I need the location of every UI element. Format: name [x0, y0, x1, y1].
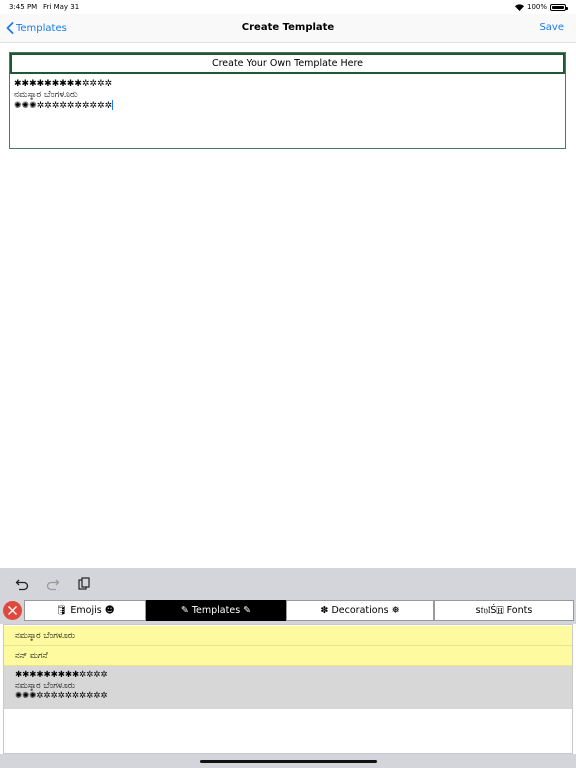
status-date: Fri May 31 [43, 3, 80, 11]
save-button[interactable]: Save [539, 14, 564, 42]
editor-content: ✱✱✱✱✱✱✱✱✱✲✲✲✲ ನಮಸ್ಕಾರ ಬೆಂಗಳೂರು ✺✺✺✲✲✲✲✲✲… [14, 79, 113, 111]
close-icon [8, 606, 17, 615]
tab-emojis[interactable]: 🛢 Emojis ☻ [24, 600, 146, 621]
keyboard-toolbar [0, 568, 576, 598]
close-button[interactable] [3, 601, 22, 620]
editor-header: Create Your Own Template Here [10, 53, 565, 74]
status-time: 3:45 PM [9, 3, 38, 11]
templates-list: ನಮಸ್ಕಾರ ಬೆಂಗಳೂರು ನನ್ ಮಗನೆ ✱✱✱✱✱✱✱✱✱✲✲✲✲ … [3, 624, 573, 754]
status-bar: 3:45 PM Fri May 31 100% [0, 0, 576, 14]
tab-templates[interactable]: ✎ Templates ✎ [146, 600, 286, 621]
list-item[interactable]: ನನ್ ಮಗನೆ [4, 646, 572, 666]
page-title: Create Template [241, 22, 335, 33]
category-tab-bar: 🛢 Emojis ☻ ✎ Templates ✎ ✽ Decorations ❅… [0, 598, 576, 624]
wifi-icon [514, 3, 524, 11]
tab-decorations[interactable]: ✽ Decorations ❅ [286, 600, 434, 621]
status-right: 100% [514, 0, 568, 14]
template-editor[interactable]: Create Your Own Template Here ✱✱✱✱✱✱✱✱✱✲… [9, 52, 566, 149]
home-indicator[interactable] [200, 760, 377, 763]
paste-icon[interactable] [77, 576, 91, 590]
editor-textarea[interactable]: ✱✱✱✱✱✱✱✱✱✲✲✲✲ ನಮಸ್ಕಾರ ಬೆಂಗಳೂರು ✺✺✺✲✲✲✲✲✲… [14, 79, 561, 112]
bottom-bar [0, 754, 576, 768]
redo-icon[interactable] [46, 576, 60, 591]
battery-percent: 100% [526, 3, 547, 11]
list-item[interactable]: ನಮಸ್ಕಾರ ಬೆಂಗಳೂರು [4, 626, 572, 646]
list-item[interactable]: ✱✱✱✱✱✱✱✱✱✲✲✲✲ ನಮಸ್ಕಾರ ಬೆಂಗಳೂರು ✺✺✺✲✲✲✲✲✲… [4, 666, 572, 709]
navigation-bar: Templates Create Template Save [0, 14, 576, 43]
text-caret [112, 100, 114, 110]
tab-fonts[interactable]: s𝔱𝔶𝔩Ś🄷 Fonts [434, 600, 574, 621]
undo-icon[interactable] [15, 576, 29, 591]
battery-icon [550, 3, 568, 11]
